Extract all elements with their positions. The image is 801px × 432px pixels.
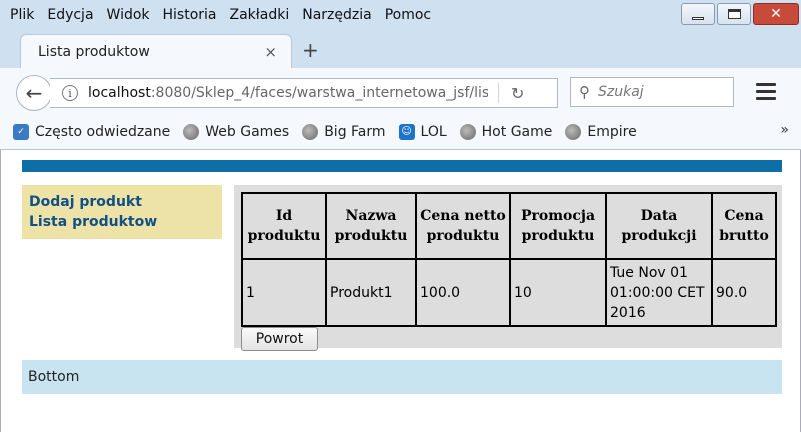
menu-history[interactable]: Historia	[163, 7, 217, 23]
table-row: 1 Produkt1 100.0 10 Tue Nov 01 01:00:00 …	[241, 258, 777, 327]
globe-icon	[183, 123, 200, 140]
cell-gross-price: 90.0	[711, 258, 777, 327]
link-dodaj-produkt[interactable]: Dodaj produkt	[29, 192, 215, 212]
reload-icon[interactable]: ↻	[511, 84, 524, 103]
cell-promotion: 10	[509, 258, 607, 327]
menu-file[interactable]: Plik	[10, 7, 34, 23]
close-window-button[interactable]: ✕	[753, 3, 799, 25]
page-content: Dodaj produkt Lista produktow Id produkt…	[0, 150, 801, 432]
products-table: Id produktu Nazwa produktu Cena netto pr…	[241, 192, 777, 327]
url-text[interactable]: localhost:8080/Sklep_4/faces/warstwa_int…	[88, 85, 488, 101]
column-header-id: Id produktu	[241, 192, 327, 260]
minimize-button[interactable]	[681, 3, 715, 25]
globe-icon	[302, 123, 319, 140]
lol-icon: ☺	[398, 123, 415, 140]
url-bar[interactable]: i localhost:8080/Sklep_4/faces/warstwa_i…	[50, 78, 558, 108]
column-header-promotion: Promocja produktu	[509, 192, 607, 260]
table-header-row: Id produktu Nazwa produktu Cena netto pr…	[241, 192, 777, 260]
left-navigation: Dodaj produkt Lista produktow	[22, 185, 222, 239]
menu-view[interactable]: Widok	[107, 7, 150, 23]
column-header-production-date: Data produkcji	[605, 192, 713, 260]
maximize-button[interactable]	[717, 3, 751, 25]
search-icon: ⚲	[579, 83, 590, 101]
tab-title: Lista produktow	[38, 43, 150, 60]
maximize-icon	[727, 9, 741, 19]
cell-name: Produkt1	[325, 258, 417, 327]
bookmark-label: Web Games	[205, 123, 290, 140]
bookmark-label: Big Farm	[324, 123, 386, 140]
header-bar	[22, 160, 782, 172]
back-arrow-icon: ←	[25, 81, 43, 105]
back-button[interactable]: ←	[16, 75, 52, 111]
url-path: :8080/Sklep_4/faces/warstwa_internetowa_…	[150, 85, 488, 101]
bookmark-label: Hot Game	[481, 123, 553, 140]
bookmark-label: Często odwiedzane	[35, 123, 171, 140]
hamburger-menu-icon[interactable]	[756, 83, 776, 104]
bookmark-label: Empire	[587, 123, 637, 140]
search-input[interactable]: ⚲ Szukaj	[570, 77, 734, 107]
globe-icon	[459, 123, 476, 140]
search-placeholder: Szukaj	[598, 84, 644, 100]
menu-edit[interactable]: Edycja	[47, 7, 93, 23]
column-header-net-price: Cena netto produktu	[415, 192, 511, 260]
url-separator	[498, 83, 499, 103]
cell-id: 1	[241, 258, 327, 327]
powrot-button[interactable]: Powrot	[241, 327, 318, 351]
url-host: localhost	[88, 85, 151, 101]
menu-bookmarks[interactable]: Zakładki	[230, 7, 290, 23]
bookmark-frequent[interactable]: ✓ Często odwiedzane	[13, 123, 171, 140]
column-header-name: Nazwa produktu	[325, 192, 417, 260]
tab-strip: Lista produktow × +	[0, 30, 801, 68]
menu-help[interactable]: Pomoc	[385, 7, 431, 23]
close-icon: ✕	[770, 6, 782, 22]
bookmark-label: LOL	[420, 123, 447, 140]
tab-lista-produktow[interactable]: Lista produktow ×	[20, 34, 292, 68]
globe-icon	[565, 123, 582, 140]
bookmark-lol[interactable]: ☺ LOL	[398, 123, 447, 140]
browser-chrome: Plik Edycja Widok Historia Zakładki Narz…	[0, 0, 801, 150]
bookmark-empire[interactable]: Empire	[565, 123, 637, 140]
bookmark-hot-game[interactable]: Hot Game	[459, 123, 553, 140]
window-controls: ✕	[681, 0, 801, 28]
cell-net-price: 100.0	[415, 258, 511, 327]
tab-close-icon[interactable]: ×	[264, 43, 277, 61]
cell-production-date: Tue Nov 01 01:00:00 CET 2016	[605, 258, 713, 327]
bookmark-web-games[interactable]: Web Games	[183, 123, 290, 140]
bookmarks-overflow-icon[interactable]: »	[780, 122, 789, 138]
column-header-gross-price: Cena brutto	[711, 192, 777, 260]
frequent-icon: ✓	[13, 123, 29, 140]
menu-tools[interactable]: Narzędzia	[302, 7, 371, 23]
bookmarks-bar: ✓ Często odwiedzane Web Games Big Farm ☺ L…	[0, 114, 801, 150]
new-tab-button[interactable]: +	[302, 38, 319, 62]
main-panel: Id produktu Nazwa produktu Cena netto pr…	[234, 185, 782, 351]
footer: Bottom	[22, 360, 782, 394]
site-info-icon[interactable]: i	[62, 85, 78, 101]
minimize-icon	[692, 16, 704, 20]
link-lista-produktow[interactable]: Lista produktow	[29, 212, 215, 232]
navigation-bar: ← i localhost:8080/Sklep_4/faces/warstwa…	[0, 68, 801, 114]
bookmark-big-farm[interactable]: Big Farm	[302, 123, 386, 140]
